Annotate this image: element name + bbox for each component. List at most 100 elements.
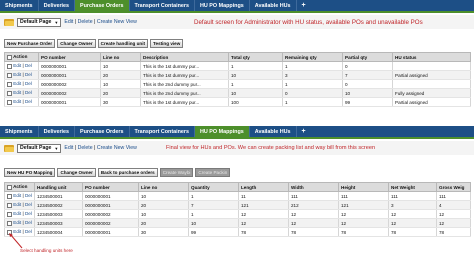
cell-desc: This is the 1st dummy pur...: [140, 70, 229, 80]
edit-link[interactable]: Edit: [13, 72, 21, 77]
bottom-view-select[interactable]: Default Page ▼: [17, 143, 62, 153]
action-cell: Edit | Del: [4, 79, 39, 89]
new-hu-po-mapping-button[interactable]: New HU PO Mapping: [4, 167, 56, 177]
cell-hu: 1234500001: [34, 191, 83, 201]
top-delete-view-link[interactable]: Delete: [78, 19, 93, 25]
delete-link[interactable]: Del: [25, 202, 32, 207]
delete-link[interactable]: Del: [25, 99, 32, 104]
column-header-po-number[interactable]: PO number: [82, 182, 139, 192]
cell-line: 20: [138, 200, 189, 210]
tab-hu-po-mappings[interactable]: HU PO Mappings: [195, 126, 250, 137]
top-edit-view-link[interactable]: Edit: [64, 19, 73, 25]
cell-status: Partial assigned: [392, 97, 471, 107]
select-all-checkbox[interactable]: [7, 54, 12, 60]
column-header-hu-status[interactable]: HU status: [392, 52, 471, 62]
tab-deliveries[interactable]: Deliveries: [39, 126, 76, 137]
select-all-checkbox[interactable]: [7, 184, 12, 190]
action-cell: Edit | Del: [4, 88, 39, 98]
row-checkbox[interactable]: [7, 63, 12, 69]
tab-deliveries[interactable]: Deliveries: [39, 0, 76, 11]
delete-link[interactable]: Del: [25, 72, 32, 77]
tab-purchase-orders[interactable]: Purchase Orders: [75, 0, 130, 11]
edit-link[interactable]: Edit: [13, 63, 21, 68]
tab-available-hus[interactable]: Available HUs: [250, 0, 297, 11]
row-checkbox[interactable]: [7, 202, 12, 208]
table-row: Edit | Del 1234500001 0000000001 10 1 11 111 11…: [4, 191, 471, 201]
delete-link[interactable]: Del: [25, 220, 32, 225]
column-header-remaining-qty[interactable]: Remaining qty: [282, 52, 343, 62]
action-cell: Edit | Del: [4, 200, 35, 210]
bottom-delete-view-link[interactable]: Delete: [78, 145, 93, 151]
action-cell: Edit | Del: [4, 61, 39, 71]
table-row: Edit | Del 1234500003 0000000002 10 1 12 12 12 1…: [4, 209, 471, 219]
cell-net: 3: [388, 200, 437, 210]
change-owner-button[interactable]: Change Owner: [57, 38, 96, 48]
column-header-height[interactable]: Height: [338, 182, 389, 192]
bottom-create-view-link[interactable]: Create New View: [97, 145, 137, 151]
tab-available-hus[interactable]: Available HUs: [250, 126, 297, 137]
column-header-action[interactable]: Action: [4, 182, 35, 192]
row-checkbox[interactable]: [7, 72, 12, 78]
delete-link[interactable]: Del: [25, 90, 32, 95]
cell-partial: 10: [342, 88, 393, 98]
bottom-edit-view-link[interactable]: Edit: [64, 145, 73, 151]
edit-link[interactable]: Edit: [13, 211, 21, 216]
delete-link[interactable]: Del: [25, 63, 32, 68]
delete-link[interactable]: Del: [25, 193, 32, 198]
column-header-total-qty[interactable]: Total qty: [228, 52, 283, 62]
cell-wid: 78: [288, 227, 339, 237]
edit-link[interactable]: Edit: [13, 81, 21, 86]
row-checkbox[interactable]: [7, 99, 12, 105]
column-header-line-no[interactable]: Line no: [138, 182, 189, 192]
tab-transport-containers[interactable]: Transport Containers: [130, 0, 196, 11]
cell-hgt: 121: [338, 200, 389, 210]
top-create-view-link[interactable]: Create New View: [97, 19, 137, 25]
cell-gross: 78: [436, 227, 471, 237]
row-checkbox[interactable]: [7, 90, 12, 96]
cell-wid: 212: [288, 200, 339, 210]
delete-link[interactable]: Del: [25, 81, 32, 86]
row-checkbox[interactable]: [7, 81, 12, 87]
create-packin-button[interactable]: Create Packin: [195, 167, 231, 177]
edit-link[interactable]: Edit: [13, 99, 21, 104]
change-owner-button[interactable]: Change Owner: [57, 167, 96, 177]
bottom-button-row: New HU PO Mapping Change Owner Back to pur…: [0, 166, 474, 178]
delete-link[interactable]: Del: [25, 211, 32, 216]
cell-remaining: 1: [282, 97, 343, 107]
cell-line: 10: [138, 191, 189, 201]
column-header-line-no[interactable]: Line no: [100, 52, 141, 62]
edit-link[interactable]: Edit: [13, 90, 21, 95]
row-checkbox[interactable]: [7, 211, 12, 217]
row-checkbox[interactable]: [7, 220, 12, 226]
new-purchase-order-button[interactable]: New Purchase Order: [4, 38, 56, 48]
top-table-header: Action PO number Line no Description Total q…: [4, 52, 471, 62]
create-handling-unit-button[interactable]: Create handling unit: [97, 38, 149, 48]
tab-hu-po-mappings[interactable]: HU PO Mappings: [195, 0, 250, 11]
edit-link[interactable]: Edit: [13, 220, 21, 225]
column-header-width[interactable]: Width: [288, 182, 339, 192]
tab-shipments[interactable]: Shipments: [0, 0, 39, 11]
tab-purchase-orders[interactable]: Purchase Orders: [75, 126, 130, 137]
back-to-purchase-orders-button[interactable]: Back to purchase orders: [97, 167, 158, 177]
row-checkbox[interactable]: [7, 193, 12, 199]
tab-shipments[interactable]: Shipments: [0, 126, 39, 137]
column-header-handling-unit[interactable]: Handling unit: [34, 182, 83, 192]
column-header-partial-qty[interactable]: Partial qty: [342, 52, 393, 62]
column-header-po-number[interactable]: PO number: [38, 52, 101, 62]
column-header-length[interactable]: Length: [238, 182, 289, 192]
edit-link[interactable]: Edit: [13, 202, 21, 207]
tab-transport-containers[interactable]: Transport Containers: [130, 126, 196, 137]
tab-plus[interactable]: +: [297, 126, 311, 137]
column-header-action[interactable]: Action: [4, 52, 39, 62]
column-header-description[interactable]: Description: [140, 52, 229, 62]
cell-total: 10: [228, 70, 283, 80]
column-header-quantity[interactable]: Quantity: [188, 182, 239, 192]
edit-link[interactable]: Edit: [13, 193, 21, 198]
column-header-gross-weig[interactable]: Gross Weig: [436, 182, 471, 192]
cell-desc: This is the 2nd dummy pur...: [140, 79, 229, 89]
create-waybi-button[interactable]: Create Waybi: [159, 167, 194, 177]
testing-view-button[interactable]: Testing view: [150, 38, 184, 48]
tab-plus[interactable]: +: [297, 0, 311, 11]
column-header-net-weight[interactable]: Net Weight: [388, 182, 437, 192]
top-view-select[interactable]: Default Page ▼: [17, 17, 62, 27]
